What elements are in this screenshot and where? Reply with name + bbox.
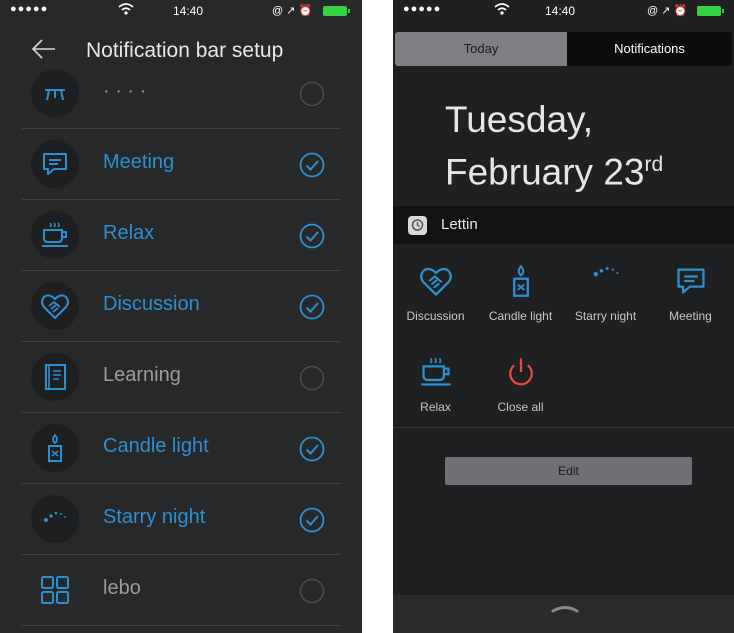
pull-handle-bar[interactable] [393, 595, 734, 633]
item-icon-circle [31, 211, 79, 259]
widget-relax[interactable]: Relax [393, 355, 478, 414]
candle-icon [48, 433, 62, 462]
tab-today[interactable]: Today [395, 32, 567, 66]
coffee-cup-icon [420, 357, 451, 386]
divider [393, 427, 734, 428]
item-label: Discussion [103, 293, 200, 315]
widget-label: Meeting [669, 309, 712, 323]
activity-icon [45, 89, 65, 101]
grabber-handle-icon[interactable] [551, 603, 579, 613]
unchecked-circle-icon[interactable] [299, 365, 325, 391]
unchecked-circle-icon[interactable] [299, 578, 325, 604]
widget-meeting[interactable]: Meeting [648, 264, 733, 323]
list-item-candle-light[interactable]: Candle light [0, 413, 362, 484]
list-item[interactable]: · · · · [0, 58, 362, 129]
app-icon [408, 216, 427, 235]
signal-dots: ●●●●● [403, 3, 442, 15]
item-label: · · · · [103, 80, 147, 102]
lettin-logo-icon [411, 219, 424, 231]
checked-circle-icon[interactable] [299, 223, 325, 249]
item-icon-circle [31, 140, 79, 188]
coffee-cup-icon [42, 222, 68, 247]
widget-label: Close all [497, 400, 544, 414]
stars-icon [44, 511, 66, 522]
item-label: Candle light [103, 435, 209, 457]
signal-dots: ●●●●● [10, 3, 49, 15]
date-month-day: February 23 [445, 151, 645, 193]
item-label: lebo [103, 577, 141, 599]
checked-circle-icon[interactable] [299, 436, 325, 462]
date-line: February 23rd [445, 142, 663, 194]
date-weekday: Tuesday, [445, 99, 594, 140]
status-time: 14:40 [545, 4, 576, 18]
tab-notifications[interactable]: Notifications [567, 32, 732, 66]
chat-bubble-icon [43, 153, 67, 175]
list-item-lebo[interactable]: lebo [0, 555, 362, 626]
widget-header: Lettin [393, 206, 734, 244]
status-icons: @ ↗ ⏰ [272, 5, 313, 17]
notification-setup-screen: ●●●●● 14:40 @ ↗ ⏰ Notification bar setup… [0, 0, 362, 633]
battery-icon [323, 6, 350, 16]
item-label: Meeting [103, 151, 175, 173]
handshake-heart-icon [41, 294, 69, 319]
item-icon-circle [31, 495, 79, 543]
list-item-meeting[interactable]: Meeting [0, 129, 362, 200]
item-icon-circle [31, 69, 79, 117]
widget-label: Relax [420, 400, 451, 414]
item-label: Learning [103, 364, 181, 386]
power-icon [508, 358, 533, 386]
widget-starry-night[interactable]: Starry night [563, 264, 648, 323]
handshake-heart-icon [419, 267, 452, 296]
status-bar: ●●●●● 14:40 @ ↗ ⏰ [0, 0, 362, 22]
status-icons: @ ↗ ⏰ [647, 5, 688, 17]
unchecked-circle-icon[interactable] [299, 81, 325, 107]
item-icon-circle [31, 424, 79, 472]
list-item-relax[interactable]: Relax [0, 200, 362, 271]
book-icon [45, 364, 66, 390]
candle-icon [512, 264, 529, 297]
notification-center-screen: ●●●●● 14:40 @ ↗ ⏰ Today Notifications Tu… [393, 0, 734, 633]
status-time: 14:40 [173, 4, 204, 18]
item-label: Relax [103, 222, 155, 244]
widget-close-all[interactable]: Close all [478, 355, 563, 414]
widget-label: Discussion [406, 309, 465, 323]
date-display: Tuesday, February 23rd [445, 97, 663, 194]
widget-discussion[interactable]: Discussion [393, 264, 478, 323]
app-name: Lettin [441, 216, 478, 233]
widget-label: Candle light [488, 309, 553, 323]
item-label: Starry night [103, 506, 206, 528]
item-icon-circle [31, 353, 79, 401]
divider [22, 625, 340, 626]
status-bar: ●●●●● 14:40 @ ↗ ⏰ [393, 0, 734, 22]
edit-button[interactable]: Edit [445, 457, 692, 485]
item-icon-circle [31, 282, 79, 330]
list-item-discussion[interactable]: Discussion [0, 271, 362, 342]
wifi-icon [118, 3, 134, 15]
item-icon-circle [31, 566, 79, 614]
checked-circle-icon[interactable] [299, 294, 325, 320]
list-item-learning[interactable]: Learning [0, 342, 362, 413]
list-item-starry-night[interactable]: Starry night [0, 484, 362, 555]
battery-icon [697, 6, 724, 16]
grid-icon [41, 576, 69, 604]
checked-circle-icon[interactable] [299, 507, 325, 533]
checked-circle-icon[interactable] [299, 152, 325, 178]
widget-label: Starry night [574, 309, 637, 323]
widget-candle-light[interactable]: Candle light [478, 264, 563, 323]
date-suffix: rd [644, 153, 664, 176]
wifi-icon [494, 3, 510, 15]
stars-icon [593, 267, 618, 277]
segmented-control: Today Notifications [395, 32, 732, 66]
chat-bubble-icon [676, 268, 705, 294]
